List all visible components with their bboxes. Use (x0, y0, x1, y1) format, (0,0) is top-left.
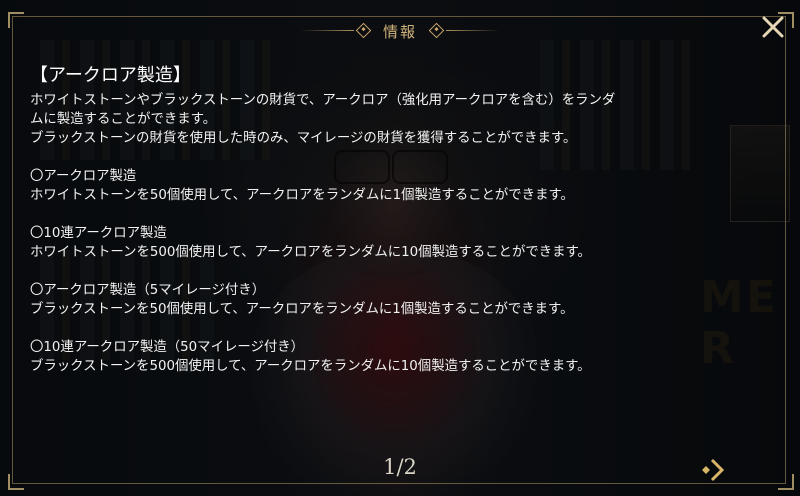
section-title: 〇10連アークロア製造（50マイレージ付き） (30, 340, 305, 355)
frame-corner (8, 474, 24, 490)
frame-corner (778, 474, 794, 490)
dialog-title-bar: 情報 (300, 16, 500, 46)
frame-corner (8, 12, 24, 28)
section-description: ホワイトストーンを50個使用して、アークロアをランダムに1個製造することができま… (30, 188, 574, 203)
title-diamond-icon (428, 22, 445, 39)
title-ornament-line (300, 30, 354, 31)
section-title: 〇アークロア製造（5マイレージ付き） (30, 283, 266, 298)
section-description: ホワイトストーンを500個使用して、アークロアをランダムに10個製造することがで… (30, 245, 591, 260)
dialog-title: 情報 (382, 22, 417, 41)
intro-line: ホワイトストーンやブラックストーンの財貨で、アークロア（強化用アークロアを含む）… (30, 93, 616, 108)
close-x-icon (762, 16, 784, 38)
info-section: 〇アークロア製造（5マイレージ付き） ブラックストーンを50個使用して、アークロ… (30, 281, 770, 319)
info-section: 〇アークロア製造 ホワイトストーンを50個使用して、アークロアをランダムに1個製… (30, 167, 770, 205)
section-title: 〇アークロア製造 (30, 169, 137, 184)
info-section: 〇10連アークロア製造（50マイレージ付き） ブラックストーンを500個使用して… (30, 338, 770, 376)
info-content: 【アークロア製造】 ホワイトストーンやブラックストーンの財貨で、アークロア（強化… (30, 64, 770, 376)
next-page-arrow-icon (702, 458, 725, 482)
section-description: ブラックストーンを500個使用して、アークロアをランダムに10個製造することがで… (30, 359, 591, 374)
intro-line: ムに製造することができます。 (30, 112, 217, 127)
section-title: 〇10連アークロア製造 (30, 226, 167, 241)
section-description: ブラックストーンを50個使用して、アークロアをランダムに1個製造することができま… (30, 302, 574, 317)
next-page-button[interactable] (700, 455, 730, 485)
title-ornament-line (446, 30, 500, 31)
info-heading: 【アークロア製造】 (30, 65, 191, 86)
intro-line: ブラックストーンの財貨を使用した時のみ、マイレージの財貨を獲得することができます… (30, 131, 577, 146)
game-screen: ME R 情報 【アークロア製造】 ホワイトストーンやブラックストーンの財貨で、… (0, 0, 800, 496)
close-button[interactable] (756, 10, 790, 44)
title-diamond-icon (355, 22, 372, 39)
page-indicator: 1/2 (383, 455, 417, 479)
info-section: 〇10連アークロア製造 ホワイトストーンを500個使用して、アークロアをランダム… (30, 224, 770, 262)
